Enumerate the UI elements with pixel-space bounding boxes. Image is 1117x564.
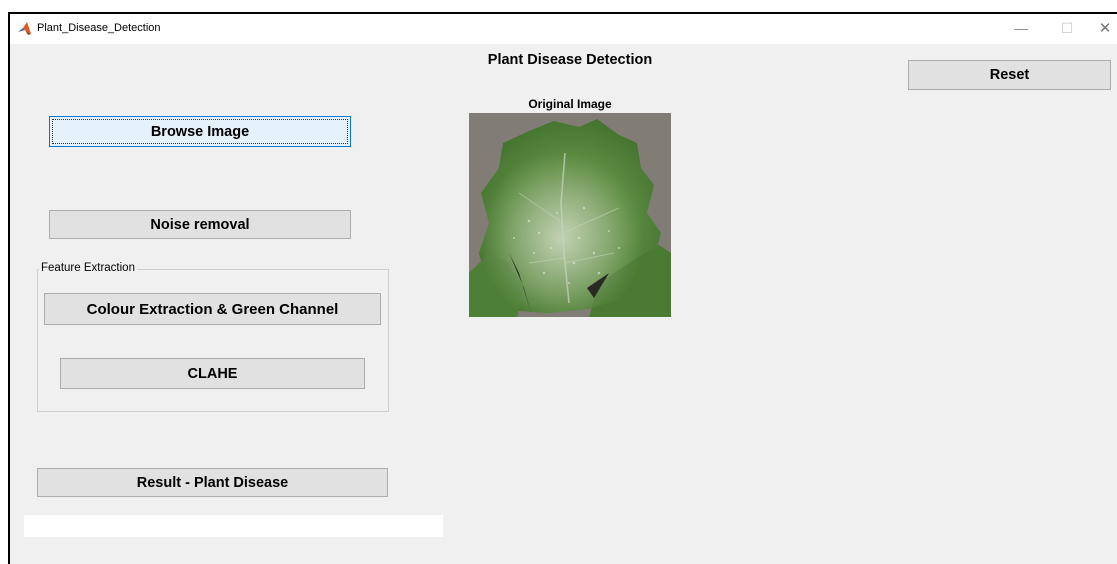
original-image-title: Original Image <box>528 97 612 111</box>
original-leaf-image <box>469 113 671 317</box>
result-text-field[interactable] <box>24 515 443 537</box>
app-window: Plant_Disease_Detection — ☐ ✕ Plant Dise… <box>8 12 1117 564</box>
close-icon[interactable]: ✕ <box>1094 18 1116 38</box>
page-title: Plant Disease Detection <box>487 52 653 68</box>
feature-extraction-panel <box>37 269 389 412</box>
title-bar[interactable]: Plant_Disease_Detection — ☐ ✕ <box>10 14 1117 44</box>
minimize-icon[interactable]: — <box>1010 18 1032 38</box>
feature-extraction-title: Feature Extraction <box>39 262 137 274</box>
window-title: Plant_Disease_Detection <box>37 22 161 34</box>
maximize-icon[interactable]: ☐ <box>1056 18 1078 38</box>
browse-image-button[interactable]: Browse Image <box>49 116 351 147</box>
noise-removal-button[interactable]: Noise removal <box>49 210 351 239</box>
reset-button[interactable]: Reset <box>908 60 1111 90</box>
matlab-icon <box>17 21 32 36</box>
clahe-button[interactable]: CLAHE <box>60 358 365 389</box>
result-plant-disease-button[interactable]: Result - Plant Disease <box>37 468 388 497</box>
colour-extraction-button[interactable]: Colour Extraction & Green Channel <box>44 293 381 325</box>
